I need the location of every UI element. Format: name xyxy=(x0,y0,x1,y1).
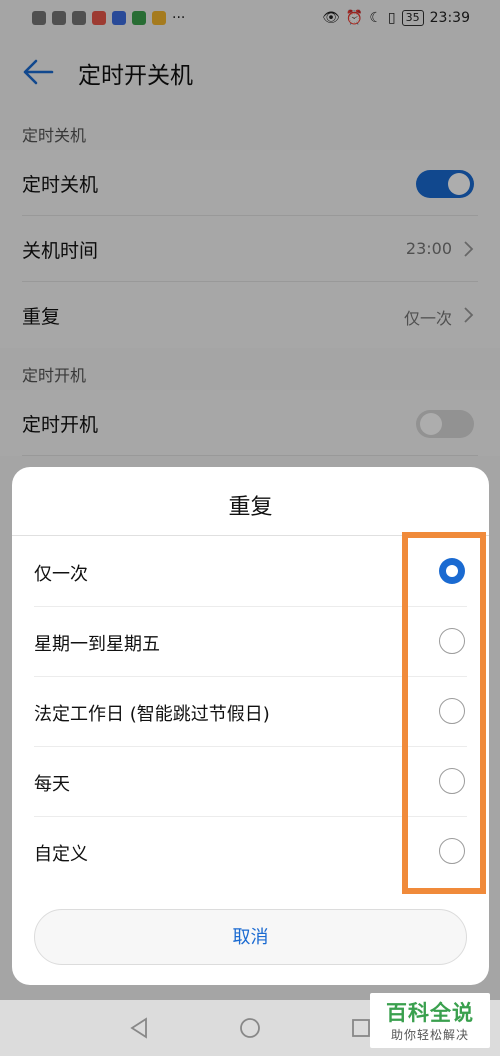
watermark-sub: 助你轻松解决 xyxy=(390,1028,469,1042)
option-label: 仅一次 xyxy=(34,564,88,585)
option-label: 星期一到星期五 xyxy=(34,634,160,655)
cancel-button[interactable]: 取消 xyxy=(34,909,467,965)
option-label: 法定工作日 (智能跳过节假日) xyxy=(34,704,270,725)
watermark-main: 百科全说 xyxy=(386,1001,474,1025)
nav-recents-icon[interactable] xyxy=(350,1016,372,1040)
dialog-title: 重复 xyxy=(228,495,273,520)
watermark-logo: 百科全说 助你轻松解决 xyxy=(370,993,490,1048)
option-label: 自定义 xyxy=(34,844,88,865)
nav-home-icon[interactable] xyxy=(238,1016,262,1040)
option-label: 每天 xyxy=(34,774,70,795)
highlight-annotation xyxy=(402,532,486,894)
nav-back-icon[interactable] xyxy=(128,1016,150,1040)
